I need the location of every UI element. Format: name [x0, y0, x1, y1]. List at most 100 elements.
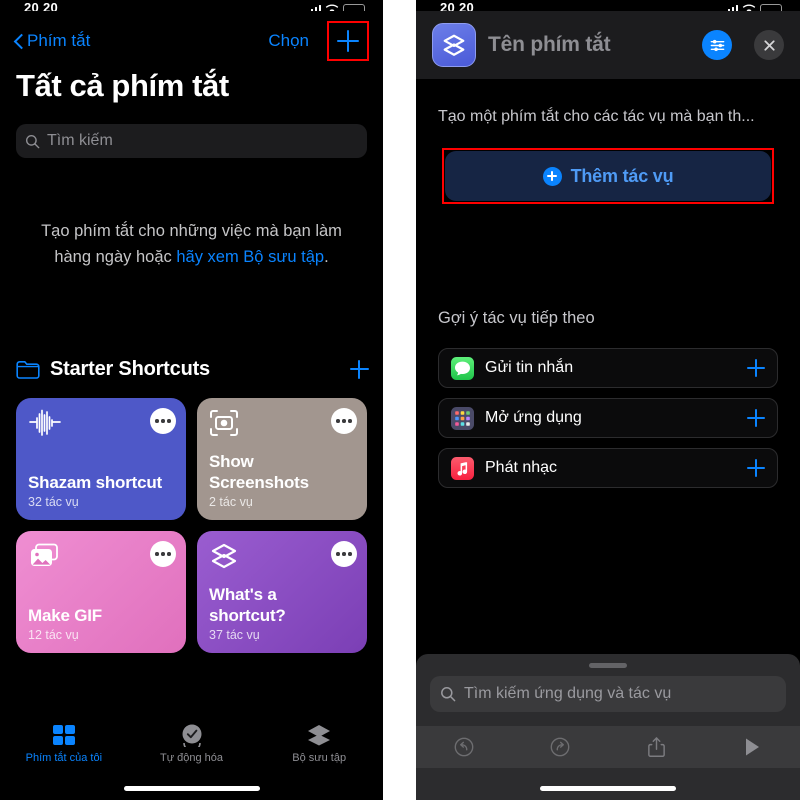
tab-automation[interactable]: Tự động hóa — [128, 722, 256, 774]
add-action-label: Thêm tác vụ — [570, 165, 674, 186]
grid-squares-icon — [51, 722, 77, 748]
editor-toolbar — [416, 726, 800, 768]
messages-app-icon — [451, 356, 474, 380]
drag-handle[interactable] — [589, 663, 627, 668]
card-subtitle: 37 tác vụ — [209, 628, 260, 642]
shortcuts-layers-icon — [209, 542, 243, 572]
shortcut-card[interactable]: Shazam shortcut 32 tác vụ — [16, 398, 186, 520]
add-action-highlight-wrap: Thêm tác vụ — [442, 148, 774, 204]
redo-button[interactable] — [512, 736, 608, 758]
close-button[interactable] — [754, 30, 784, 60]
folder-icon — [16, 361, 40, 379]
screenshot-root: 20 20 Phím tắt Chọn Tất cả phím tắt Tìm … — [0, 0, 800, 800]
wifi-icon — [742, 4, 756, 11]
page-title: Tất cả phím tắt — [16, 68, 229, 103]
sheet-search-placeholder: Tìm kiếm ứng dụng và tác vụ — [464, 685, 672, 702]
tab-label: Tự động hóa — [159, 752, 224, 764]
photo-stack-icon — [28, 542, 62, 572]
add-shortcut-button[interactable] — [327, 21, 369, 61]
plus-icon — [337, 30, 359, 52]
card-subtitle: 32 tác vụ — [28, 495, 79, 509]
chevron-left-icon — [14, 33, 24, 50]
add-to-folder-button[interactable] — [350, 360, 369, 379]
add-suggestion-button[interactable] — [747, 359, 765, 377]
list-item[interactable]: Mở ứng dụng — [438, 398, 778, 438]
cellular-signal-icon — [307, 5, 321, 11]
wifi-icon — [325, 4, 339, 11]
home-indicator — [123, 786, 260, 791]
search-input[interactable]: Tìm kiếm — [16, 124, 367, 158]
section-title: Starter Shortcuts — [50, 358, 210, 380]
search-icon — [25, 134, 40, 148]
tab-label: Phím tắt của tôi — [25, 752, 103, 764]
camera-viewfinder-icon — [209, 409, 243, 439]
shortcut-card[interactable]: Make GIF 12 tác vụ — [16, 531, 186, 653]
tab-bar: Phím tắt của tôi Tự động hóa Bộ sưu tập — [0, 722, 383, 774]
card-subtitle: 12 tác vụ — [28, 628, 79, 642]
layers-gallery-icon — [306, 722, 332, 748]
app-grid-icon — [451, 406, 474, 430]
empty-state-line1: Tạo phím tắt cho những việc mà bạn làm — [41, 222, 342, 240]
waveform-icon — [28, 409, 62, 439]
close-icon — [763, 39, 775, 51]
sheet-search-input[interactable]: Tìm kiếm ứng dụng và tác vụ — [430, 676, 786, 712]
add-suggestion-button[interactable] — [747, 459, 765, 477]
share-icon — [647, 737, 665, 757]
shortcut-editor-header: Tên phím tắt — [416, 11, 800, 79]
add-suggestion-button[interactable] — [747, 409, 765, 427]
tab-label: Bộ sưu tập — [292, 752, 347, 764]
play-icon — [746, 738, 759, 756]
status-bar: 20 20 — [416, 0, 800, 11]
more-dots-icon[interactable] — [150, 541, 176, 567]
share-button[interactable] — [608, 735, 704, 759]
status-bar-time: 20 20 — [24, 0, 59, 11]
card-title: Make GIF — [28, 606, 102, 625]
card-subtitle: 2 tác vụ — [209, 495, 253, 509]
gallery-link[interactable]: hãy xem Bộ sưu tập — [176, 248, 324, 266]
empty-state-line2-prefix: hàng ngày hoặc — [54, 248, 177, 266]
back-button-label: Phím tắt — [27, 31, 91, 50]
card-spacer — [209, 572, 355, 584]
battery-icon — [760, 4, 782, 11]
card-spacer — [28, 572, 174, 605]
shortcut-card[interactable]: Show Screenshots 2 tác vụ — [197, 398, 367, 520]
status-bar-indicators — [724, 4, 782, 11]
shortcut-name-field[interactable]: Tên phím tắt — [488, 33, 611, 57]
tab-my-shortcuts[interactable]: Phím tắt của tôi — [0, 722, 128, 774]
shortcuts-layers-icon[interactable] — [432, 23, 476, 67]
suggestions-title: Gợi ý tác vụ tiếp theo — [438, 309, 595, 327]
run-button[interactable] — [704, 736, 800, 758]
right-phone-panel: 20 20 Tên phím tắt Tạo một phím tắt cho … — [416, 0, 800, 800]
card-spacer — [209, 439, 355, 451]
card-title: Shazam shortcut — [28, 473, 162, 492]
circle-plus-icon — [542, 166, 562, 186]
more-dots-icon[interactable] — [150, 408, 176, 434]
home-indicator — [540, 786, 676, 791]
empty-state-line2-suffix: . — [324, 248, 329, 266]
shortcut-card-grid: Shazam shortcut 32 tác vụ Show Screensho… — [16, 398, 367, 653]
more-dots-icon[interactable] — [331, 408, 357, 434]
more-dots-icon[interactable] — [331, 541, 357, 567]
list-item-label: Mở ứng dụng — [485, 409, 582, 426]
list-item[interactable]: Phát nhạc — [438, 448, 778, 488]
shortcut-card[interactable]: What's a shortcut? 37 tác vụ — [197, 531, 367, 653]
list-item[interactable]: Gửi tin nhắn — [438, 348, 778, 388]
suggestions-list: Gửi tin nhắn Mở ứng dụng Phát nhạc — [438, 348, 778, 498]
undo-button[interactable] — [416, 736, 512, 758]
left-phone-panel: 20 20 Phím tắt Chọn Tất cả phím tắt Tìm … — [0, 0, 383, 800]
section-header-starter-shortcuts: Starter Shortcuts — [16, 358, 369, 381]
add-action-button[interactable]: Thêm tác vụ — [445, 151, 771, 201]
tab-gallery[interactable]: Bộ sưu tập — [255, 722, 383, 774]
status-bar-indicators — [307, 4, 365, 11]
battery-icon — [343, 4, 365, 11]
status-bar: 20 20 — [0, 0, 383, 11]
status-bar-time: 20 20 — [440, 0, 475, 11]
select-button[interactable]: Chọn — [268, 31, 309, 51]
search-icon — [441, 687, 456, 702]
back-button[interactable]: Phím tắt — [14, 31, 90, 51]
music-app-icon — [451, 456, 474, 480]
card-title: Show Screenshots — [209, 452, 309, 492]
shortcut-settings-button[interactable] — [702, 30, 732, 60]
empty-state-text: Tạo phím tắt cho những việc mà bạn làm h… — [28, 218, 355, 270]
editor-description: Tạo một phím tắt cho các tác vụ mà bạn t… — [438, 108, 755, 125]
